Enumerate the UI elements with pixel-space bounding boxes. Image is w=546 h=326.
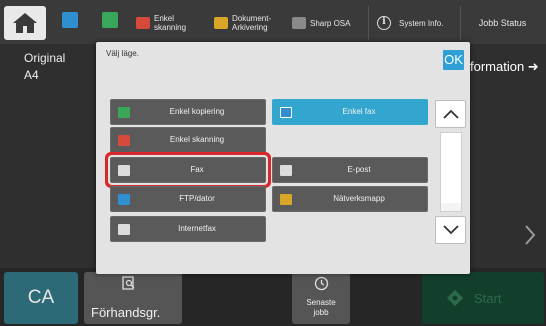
- top-item-document-filing[interactable]: Dokument- Arkivering: [214, 6, 271, 40]
- history-icon: [314, 276, 329, 291]
- preview-button[interactable]: Förhandsgr.: [84, 272, 182, 324]
- mode-option-label: Enkel kopiering: [169, 107, 225, 116]
- scan-icon: [118, 135, 130, 146]
- mode-option-label: Enkel fax: [342, 107, 376, 116]
- mode-option-simple-fax[interactable]: Enkel fax: [272, 99, 428, 125]
- ftp-icon: [118, 194, 130, 205]
- mode-option-label: Internetfax: [178, 224, 216, 233]
- osa-icon: [292, 17, 306, 29]
- scrollbar[interactable]: [435, 100, 467, 246]
- mode-option-ftp[interactable]: FTP/dator: [110, 186, 266, 212]
- fax-icon: [118, 165, 130, 176]
- folder-icon: [214, 17, 228, 29]
- preview-label: Förhandsgr.: [91, 305, 161, 320]
- mode-select-dialog: Välj läge. OK Enkel kopiering Enkel fax …: [96, 42, 470, 274]
- top-item-label: Dokument- Arkivering: [232, 14, 272, 32]
- mode-option-simple-copy[interactable]: Enkel kopiering: [110, 99, 266, 125]
- mode-option-label: FTP/dator: [179, 194, 215, 203]
- information-link[interactable]: formation ➜: [470, 59, 539, 75]
- mode-option-network-folder[interactable]: Nätverksmapp: [272, 186, 428, 212]
- top-bar: Enkel skanning Dokument- Arkivering Shar…: [0, 0, 546, 44]
- start-label: Start: [474, 291, 502, 306]
- scan-icon: [136, 17, 150, 29]
- scroll-thumb[interactable]: [441, 133, 461, 203]
- mail-icon: [280, 165, 292, 176]
- top-item-label: Sharp OSA: [310, 18, 351, 28]
- original-size: A4: [24, 68, 39, 82]
- recent-jobs-button[interactable]: Senaste jobb: [292, 272, 350, 324]
- dialog-title: Välj läge.: [106, 49, 139, 58]
- document-icon[interactable]: [102, 12, 118, 28]
- home-icon: [13, 13, 37, 33]
- system-info-button[interactable]: i System Info.: [368, 6, 456, 40]
- original-label: Original: [24, 51, 66, 65]
- mode-option-email[interactable]: E-post: [272, 157, 428, 183]
- internet-fax-icon: [118, 224, 130, 235]
- top-item-sharp-osa[interactable]: Sharp OSA: [292, 6, 350, 40]
- info-icon: i: [377, 16, 391, 30]
- top-item-label: Enkel skanning: [154, 14, 187, 32]
- ok-button[interactable]: OK: [443, 50, 464, 70]
- chevron-up-icon: [443, 109, 459, 119]
- mode-option-label: Enkel skanning: [169, 135, 225, 144]
- system-info-label: System Info.: [399, 18, 444, 28]
- preview-icon: [122, 276, 135, 290]
- job-status-button[interactable]: Jobb Status: [460, 6, 544, 40]
- home-button[interactable]: [4, 6, 46, 40]
- copy-icon[interactable]: [62, 12, 78, 28]
- recent-jobs-label: Senaste jobb: [306, 298, 336, 317]
- start-button[interactable]: Start: [422, 272, 544, 324]
- mode-option-fax[interactable]: Fax: [110, 157, 266, 183]
- folder-icon: [280, 194, 292, 205]
- chevron-right-icon[interactable]: [520, 222, 540, 248]
- mode-option-label: Fax: [190, 165, 204, 174]
- scroll-track[interactable]: [440, 132, 462, 212]
- mode-list: Enkel kopiering Enkel fax Enkel skanning…: [107, 94, 431, 248]
- mode-option-label: Nätverksmapp: [333, 194, 385, 203]
- fax-icon: [280, 107, 292, 118]
- mode-option-internet-fax[interactable]: Internetfax: [110, 216, 266, 242]
- top-item-simple-scan[interactable]: Enkel skanning: [136, 6, 186, 40]
- chevron-down-icon: [443, 225, 459, 235]
- scroll-down-button[interactable]: [435, 216, 466, 244]
- scroll-up-button[interactable]: [435, 100, 466, 128]
- mode-option-label: E-post: [347, 165, 371, 174]
- mode-option-simple-scan[interactable]: Enkel skanning: [110, 127, 266, 153]
- clear-all-button[interactable]: CA: [4, 272, 78, 324]
- original-setting[interactable]: Original A4: [24, 50, 65, 84]
- start-icon: [447, 290, 463, 306]
- copy-icon: [118, 107, 130, 118]
